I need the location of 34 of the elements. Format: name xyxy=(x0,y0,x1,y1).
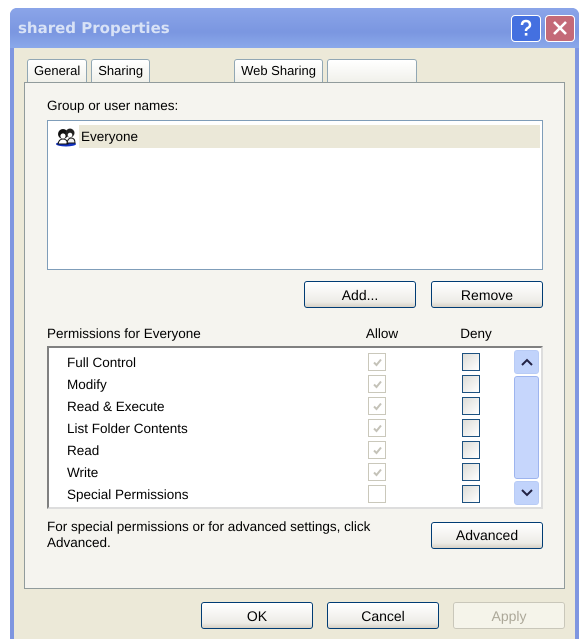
user-list-item[interactable]: Everyone xyxy=(79,125,540,148)
user-list[interactable]: Everyone xyxy=(47,120,543,270)
scroll-down-button[interactable] xyxy=(514,481,539,505)
tab[interactable]: General xyxy=(27,59,88,82)
tab[interactable]: Web Sharing xyxy=(234,59,323,82)
permission-name: Modify xyxy=(66,376,108,392)
tab[interactable] xyxy=(326,59,417,82)
help-button[interactable] xyxy=(511,14,541,42)
advanced-button[interactable]: Advanced xyxy=(431,522,543,548)
close-icon xyxy=(551,19,569,37)
cancel-button[interactable]: Cancel xyxy=(327,602,439,629)
scroll-thumb[interactable] xyxy=(514,376,539,479)
permission-name: Full Control xyxy=(66,354,138,370)
permissions-label: Permissions for Everyone xyxy=(47,326,202,340)
permission-name: List Folder Contents xyxy=(66,420,189,436)
column-header: Deny xyxy=(459,326,493,340)
permission-name: Special Permissions xyxy=(66,486,190,502)
group-label: Group or user names: xyxy=(47,98,180,114)
advanced-note: For special permissions or for advanced settings, click Advanced. xyxy=(47,519,372,551)
remove-button[interactable]: Remove xyxy=(431,281,543,308)
tab[interactable]: Sharing xyxy=(91,59,150,82)
window-title: shared Properties xyxy=(18,19,171,37)
users-icon xyxy=(55,126,77,146)
scroll-up-button[interactable] xyxy=(514,350,539,374)
permission-name: Read & Execute xyxy=(66,398,166,414)
permission-name: Write xyxy=(66,464,100,480)
column-header: Allow xyxy=(364,326,400,340)
chevron-down-icon xyxy=(520,489,532,497)
ok-button[interactable]: OK xyxy=(201,602,313,629)
add-button[interactable]: Add... xyxy=(304,281,416,308)
scrollbar[interactable] xyxy=(514,348,539,507)
chevron-up-icon xyxy=(520,358,532,366)
close-button[interactable] xyxy=(545,14,575,42)
permission-name: Read xyxy=(66,442,100,458)
